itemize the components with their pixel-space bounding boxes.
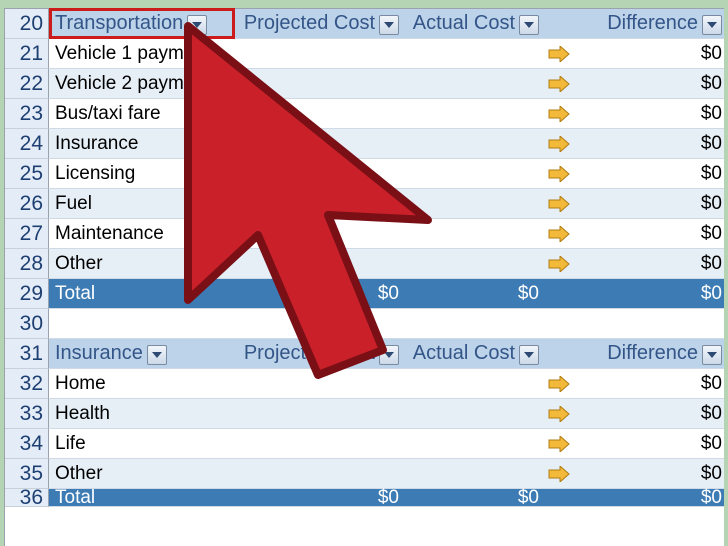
spreadsheet[interactable]: 20 Transportation Projected Cost Actual … <box>4 8 724 546</box>
row-header[interactable]: 30 <box>5 309 49 339</box>
column-header-difference: Difference <box>607 12 698 35</box>
trend-arrow-icon <box>541 69 577 98</box>
row-header[interactable]: 28 <box>5 249 49 279</box>
row-header[interactable]: 25 <box>5 159 49 189</box>
column-header-projected: Projected Cost <box>244 12 375 35</box>
trend-arrow-icon <box>541 159 577 188</box>
cell-difference[interactable]: $0 <box>577 249 724 278</box>
column-header-difference: Difference <box>607 342 698 365</box>
row-header[interactable]: 21 <box>5 39 49 69</box>
row-header[interactable]: 24 <box>5 129 49 159</box>
cell-label[interactable]: Licensing <box>49 159 233 188</box>
total-projected[interactable]: $0 <box>233 489 401 506</box>
trend-arrow-icon <box>541 219 577 248</box>
filter-dropdown-difference[interactable] <box>702 15 722 35</box>
filter-dropdown-actual[interactable] <box>519 15 539 35</box>
cell-label[interactable]: Home <box>49 369 233 398</box>
column-header-actual: Actual Cost <box>413 342 515 365</box>
column-header-category: Transportation <box>55 12 183 35</box>
row-header[interactable]: 27 <box>5 219 49 249</box>
row-header[interactable]: 34 <box>5 429 49 459</box>
cell-label[interactable]: Vehicle 2 payment <box>49 69 233 98</box>
cell-label[interactable]: Other <box>49 459 233 488</box>
filter-dropdown-projected[interactable] <box>379 345 399 365</box>
cell-label[interactable]: Bus/taxi fare <box>49 99 233 128</box>
cell-difference[interactable]: $0 <box>577 459 724 488</box>
cell-label[interactable]: Life <box>49 429 233 458</box>
total-label[interactable]: Total <box>49 489 233 506</box>
trend-arrow-icon <box>541 249 577 278</box>
row-header[interactable]: 35 <box>5 459 49 489</box>
trend-arrow-icon <box>541 39 577 68</box>
cell-difference[interactable]: $0 <box>577 369 724 398</box>
cell-difference[interactable]: $0 <box>577 429 724 458</box>
cell-difference[interactable]: $0 <box>577 99 724 128</box>
cell-label[interactable]: Health <box>49 399 233 428</box>
row-header[interactable]: 33 <box>5 399 49 429</box>
trend-arrow-icon <box>541 129 577 158</box>
total-label[interactable]: Total <box>49 279 233 308</box>
cell-difference[interactable]: $0 <box>577 189 724 218</box>
total-difference[interactable]: $0 <box>577 279 724 308</box>
cell-difference[interactable]: $0 <box>577 39 724 68</box>
trend-arrow-icon <box>541 189 577 218</box>
trend-arrow-icon <box>541 99 577 128</box>
total-actual[interactable]: $0 <box>401 489 541 506</box>
column-header-actual: Actual Cost <box>413 12 515 35</box>
filter-dropdown-category[interactable] <box>147 345 167 365</box>
row-header[interactable]: 20 <box>5 9 49 39</box>
column-header-category: Insurance <box>55 342 143 365</box>
cell-label[interactable]: Vehicle 1 payment <box>49 39 233 68</box>
row-header[interactable]: 22 <box>5 69 49 99</box>
cell-label[interactable]: Insurance <box>49 129 233 158</box>
filter-dropdown-projected[interactable] <box>379 15 399 35</box>
cell-label[interactable]: Maintenance <box>49 219 233 248</box>
cell-difference[interactable]: $0 <box>577 219 724 248</box>
row-header[interactable]: 31 <box>5 339 49 369</box>
cell-label[interactable]: Other <box>49 249 233 278</box>
row-header[interactable]: 23 <box>5 99 49 129</box>
column-header-projected: Projected Cost <box>244 342 375 365</box>
cell-difference[interactable]: $0 <box>577 399 724 428</box>
cell-label[interactable]: Fuel <box>49 189 233 218</box>
cell-difference[interactable]: $0 <box>577 69 724 98</box>
trend-arrow-icon <box>541 429 577 458</box>
total-actual[interactable]: $0 <box>401 279 541 308</box>
row-header[interactable]: 32 <box>5 369 49 399</box>
total-difference[interactable]: $0 <box>577 489 724 506</box>
trend-arrow-icon <box>541 459 577 488</box>
filter-dropdown-category[interactable] <box>187 15 207 35</box>
cell-difference[interactable]: $0 <box>577 129 724 158</box>
row-header[interactable]: 26 <box>5 189 49 219</box>
filter-dropdown-actual[interactable] <box>519 345 539 365</box>
total-projected[interactable]: $0 <box>233 279 401 308</box>
row-header[interactable]: 36 <box>5 489 49 507</box>
cell-difference[interactable]: $0 <box>577 159 724 188</box>
filter-dropdown-difference[interactable] <box>702 345 722 365</box>
trend-arrow-icon <box>541 369 577 398</box>
trend-arrow-icon <box>541 399 577 428</box>
row-header[interactable]: 29 <box>5 279 49 309</box>
